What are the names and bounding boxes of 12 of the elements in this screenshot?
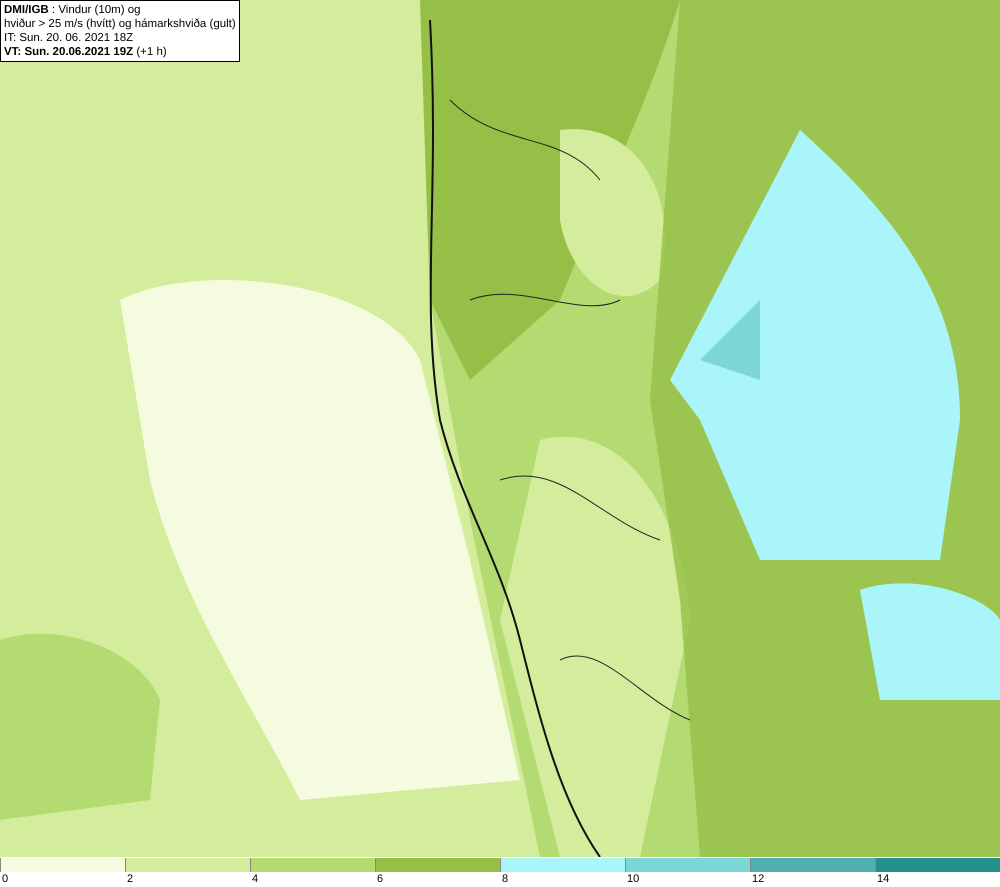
scale-label: 10 bbox=[627, 873, 640, 885]
info-text: IT: Sun. 20. 06. 2021 18Z bbox=[4, 31, 134, 45]
info-text: hviður > 25 m/s (hvítt) og hámarkshviða (gult) bbox=[4, 17, 236, 31]
scale-label: 2 bbox=[127, 873, 134, 885]
scale-label: 4 bbox=[252, 873, 258, 885]
scale-label: 12 bbox=[752, 873, 764, 885]
scale-label: 14 bbox=[877, 873, 890, 885]
scale-label: 0 bbox=[2, 873, 8, 885]
info-text: DMI/IGB : Vindur (10m) og bbox=[4, 3, 142, 17]
scale-label: 8 bbox=[502, 873, 508, 885]
info-text: VT: Sun. 20.06.2021 19Z (+1 h) bbox=[4, 45, 168, 59]
scale-label: 6 bbox=[377, 873, 384, 885]
